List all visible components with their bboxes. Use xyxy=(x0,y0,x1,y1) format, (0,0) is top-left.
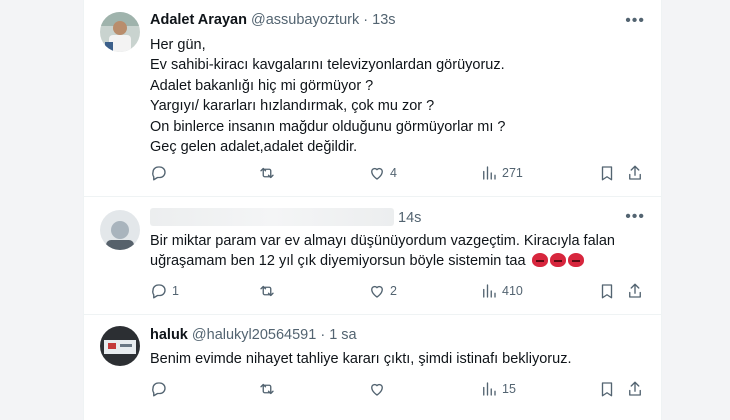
tweet-text-line: Ev sahibi-kiracı kavgalarını televizyonl… xyxy=(150,57,505,74)
tweet[interactable]: haluk @halukyl20564591 · 1 sa Benim evim… xyxy=(84,314,661,420)
more-icon[interactable]: ••• xyxy=(625,208,645,226)
retweet-icon xyxy=(260,167,274,179)
tweet-text-line: Geç gelen adalet,adalet değildir. xyxy=(150,139,358,156)
retweet-button[interactable] xyxy=(258,380,280,398)
heart-icon xyxy=(371,383,383,396)
tweet-actions: 4 271 xyxy=(150,164,644,184)
timestamp[interactable]: 1 sa xyxy=(329,327,356,343)
tweet-text-line: Adalet bakanlığı hiç mi görmüyor ? xyxy=(150,77,374,94)
tweet-text-line: uğraşamam ben 12 yıl çık diyemiyorsun bö… xyxy=(150,253,526,270)
timestamp[interactable]: 13s xyxy=(372,12,395,28)
tweet-text-line: Yargıyı/ kararları hızlandırmak, çok mu … xyxy=(150,98,435,115)
more-icon[interactable]: ••• xyxy=(625,12,645,30)
tweet-header: 14s xyxy=(150,208,421,226)
like-button[interactable]: 4 xyxy=(368,164,397,182)
tweet[interactable]: 14s ••• Bir miktar param var ev almayı d… xyxy=(84,196,661,315)
angry-face-emoji xyxy=(531,253,548,268)
view-count: 271 xyxy=(502,166,523,180)
display-name[interactable]: haluk xyxy=(150,327,188,343)
reply-button[interactable] xyxy=(150,164,172,182)
tweet-text-line: On binlerce insanın mağdur olduğunu görm… xyxy=(150,118,506,135)
share-button[interactable] xyxy=(626,380,644,398)
views-icon xyxy=(483,382,496,396)
separator: · xyxy=(320,327,326,343)
handle[interactable]: @assubayozturk xyxy=(251,12,359,28)
reply-icon xyxy=(152,284,166,299)
share-icon xyxy=(629,381,641,396)
reply-icon xyxy=(152,382,166,397)
share-button[interactable] xyxy=(626,164,644,182)
tweet-text-line: Benim evimde nihayet tahliye kararı çıkt… xyxy=(150,351,572,367)
reply-icon xyxy=(152,166,166,181)
view-count: 410 xyxy=(502,284,523,298)
redacted-name xyxy=(150,208,394,226)
like-button[interactable]: 2 xyxy=(368,282,397,300)
bookmark-button[interactable] xyxy=(598,380,616,398)
tweet-text: Bir miktar param var ev almayı düşünüyor… xyxy=(150,231,650,272)
heart-icon xyxy=(371,285,383,298)
views-button[interactable]: 271 xyxy=(480,164,523,182)
tweet-actions: 15 xyxy=(150,380,644,400)
bookmark-button[interactable] xyxy=(598,282,616,300)
retweet-icon xyxy=(260,383,274,395)
avatar[interactable] xyxy=(100,326,140,366)
tweet-header: Adalet Arayan @assubayozturk · 13s xyxy=(150,12,396,28)
heart-icon xyxy=(371,167,383,180)
retweet-button[interactable] xyxy=(258,282,280,300)
tweet-text: Her gün, Ev sahibi-kiracı kavgalarını te… xyxy=(150,35,650,157)
handle[interactable]: @halukyl20564591 xyxy=(192,327,316,343)
bookmark-icon xyxy=(601,382,613,397)
share-icon xyxy=(629,165,641,180)
avatar[interactable] xyxy=(100,12,140,52)
views-icon xyxy=(483,166,496,180)
bookmark-icon xyxy=(601,284,613,299)
reply-button[interactable] xyxy=(150,380,172,398)
bookmark-icon xyxy=(601,166,613,181)
views-icon xyxy=(483,284,496,298)
tweet-text-line-with-emoji: uğraşamam ben 12 yıl çık diyemiyorsun bö… xyxy=(150,251,650,271)
retweet-icon xyxy=(260,285,274,297)
timeline: Adalet Arayan @assubayozturk · 13s ••• H… xyxy=(83,0,662,420)
bookmark-button[interactable] xyxy=(598,164,616,182)
tweet-actions: 1 2 410 xyxy=(150,282,644,302)
tweet[interactable]: Adalet Arayan @assubayozturk · 13s ••• H… xyxy=(84,0,661,197)
like-count: 4 xyxy=(390,166,397,180)
retweet-button[interactable] xyxy=(258,164,280,182)
view-count: 15 xyxy=(502,382,516,396)
avatar[interactable] xyxy=(100,210,140,250)
views-button[interactable]: 410 xyxy=(480,282,523,300)
reply-count: 1 xyxy=(172,284,179,298)
tweet-header: haluk @halukyl20564591 · 1 sa xyxy=(150,327,357,343)
views-button[interactable]: 15 xyxy=(480,380,516,398)
timestamp[interactable]: 14s xyxy=(398,210,421,226)
share-icon xyxy=(629,283,641,298)
tweet-text: Benim evimde nihayet tahliye kararı çıkt… xyxy=(150,349,650,369)
reply-button[interactable]: 1 xyxy=(150,282,179,300)
angry-face-emoji xyxy=(567,253,584,268)
display-name[interactable]: Adalet Arayan xyxy=(150,12,247,28)
share-button[interactable] xyxy=(626,282,644,300)
like-count: 2 xyxy=(390,284,397,298)
tweet-text-line: Her gün, xyxy=(150,37,206,53)
tweet-text-line: Bir miktar param var ev almayı düşünüyor… xyxy=(150,233,615,249)
like-button[interactable] xyxy=(368,380,390,398)
angry-face-emoji xyxy=(549,253,566,268)
separator: · xyxy=(363,12,369,28)
